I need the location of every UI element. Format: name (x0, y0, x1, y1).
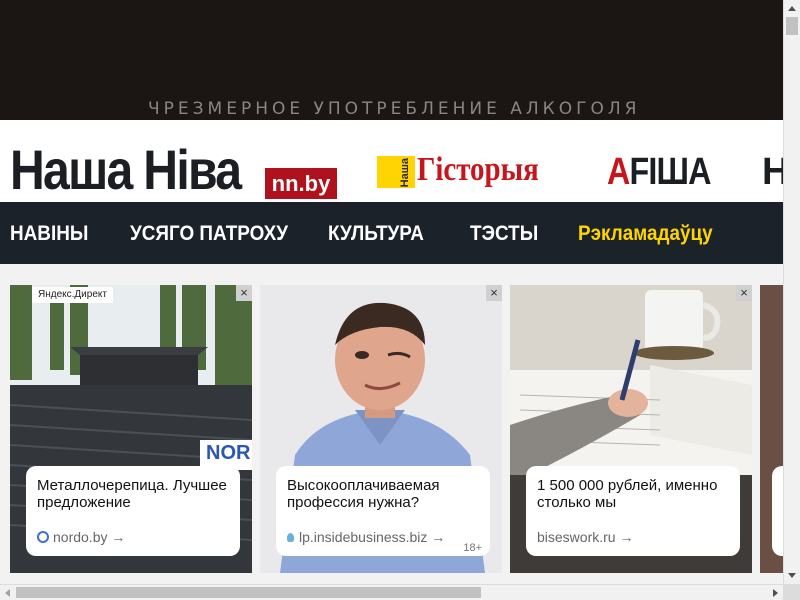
top-ad-banner[interactable]: ЧРЕЗМЕРНОЕ УПОТРЕБЛЕНИЕ АЛКОГОЛЯ (0, 0, 783, 120)
partial-logo-link[interactable]: Н (762, 152, 783, 192)
vertical-scroll-thumb[interactable] (786, 17, 798, 35)
scroll-left-arrow-icon[interactable] (5, 589, 10, 597)
main-navigation: НАВІНЫ УСЯГО ПАТРОХУ КУЛЬТУРА ТЭСТЫ Рэкл… (0, 202, 783, 264)
horizontal-scroll-thumb[interactable] (16, 587, 481, 598)
ad-card-profession[interactable]: × Высокооплачиваемая профессия нужна? lp… (260, 285, 502, 573)
brand-overlay-text: NOR (206, 442, 251, 464)
logo-wordmark: Наша Ніва (10, 138, 242, 201)
scroll-up-arrow-icon[interactable] (788, 6, 796, 11)
ad-title: Металлочерепица. Лучшее предложение (37, 477, 227, 511)
ad-close-button[interactable]: × (736, 285, 752, 301)
site-header: Наша Ніва nn.by Наша Гісторыя AFІША Н (0, 120, 783, 202)
ad-info-panel: 1 500 000 рублей, именно столько мы bise… (526, 466, 740, 556)
ad-title: 1 500 000 рублей, именно столько мы (537, 477, 718, 511)
ad-domain-link[interactable]: biseswork.ru → (537, 529, 633, 545)
partial-ad-info-panel (772, 466, 783, 556)
alcohol-warning-text: ЧРЕЗМЕРНОЕ УПОТРЕБЛЕНИЕ АЛКОГОЛЯ (148, 99, 641, 119)
ad-title: Высокооплачиваемая профессия нужна? (287, 477, 440, 511)
lightbulb-icon (287, 533, 294, 542)
age-rating-badge: 18+ (463, 542, 482, 554)
ad-close-button[interactable]: × (486, 285, 502, 301)
nav-item-usyago-patrohu[interactable]: УСЯГО ПАТРОХУ (130, 222, 288, 246)
ad-card-partial[interactable] (760, 285, 783, 573)
scroll-right-arrow-icon[interactable] (773, 589, 778, 597)
ad-info-panel: Металлочерепица. Лучшее предложение nord… (26, 466, 240, 556)
nav-item-naviny[interactable]: НАВІНЫ (10, 222, 88, 246)
afisha-logo-link[interactable]: AFІША (607, 152, 711, 192)
ad-card-roofing[interactable]: NOR Яндекс.Директ × Металлочерепица. Луч… (10, 285, 252, 573)
ad-info-panel: Высокооплачиваемая профессия нужна? lp.i… (276, 466, 490, 556)
history-logo-badge: Наша (377, 156, 415, 188)
nav-item-reklamadautsu[interactable]: Рэкламадаўцу (578, 222, 713, 246)
ad-domain-link[interactable]: lp.insidebusiness.biz → (287, 529, 445, 545)
ad-domain-link[interactable]: nordo.by → (37, 529, 125, 545)
nav-item-kultura[interactable]: КУЛЬТУРА (328, 222, 424, 246)
ad-card-money[interactable]: × 1 500 000 рублей, именно столько мы bi… (510, 285, 752, 573)
horizontal-scrollbar[interactable] (0, 584, 783, 600)
scrollbar-corner (783, 584, 800, 600)
nav-item-testy[interactable]: ТЭСТЫ (470, 222, 538, 246)
logo-domain-badge: nn.by (265, 168, 337, 199)
location-pin-icon (37, 531, 49, 543)
vertical-scrollbar[interactable] (783, 0, 800, 584)
ad-close-button[interactable]: × (236, 285, 252, 301)
scroll-down-arrow-icon[interactable] (788, 573, 796, 578)
yandex-direct-label: Яндекс.Директ (32, 287, 113, 303)
history-logo-text: Гісторыя (417, 151, 539, 188)
ad-carousel: NOR Яндекс.Директ × Металлочерепица. Луч… (0, 264, 783, 584)
